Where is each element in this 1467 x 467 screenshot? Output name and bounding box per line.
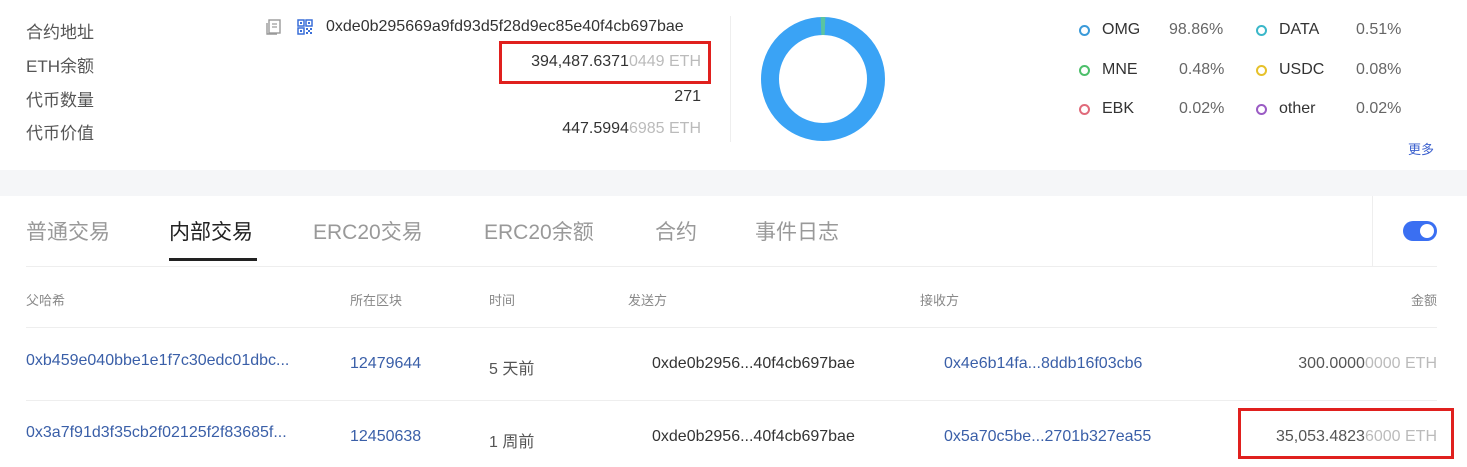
- legend-pct-ebk: 0.02%: [1179, 100, 1225, 117]
- amount-main: 300.0000: [1298, 355, 1365, 372]
- legend-item-data: DATA: [1256, 21, 1319, 39]
- legend-dot-icon: [1079, 24, 1090, 36]
- from-address: 0xde0b2956...40f4cb697bae: [652, 428, 855, 445]
- row-divider: [26, 327, 1437, 328]
- legend-dot-icon: [1256, 24, 1267, 36]
- eth-balance-label: ETH余额: [26, 57, 94, 76]
- tabs-bottom-line: [26, 266, 1437, 267]
- legend-dot-icon: [1079, 103, 1090, 115]
- tab-normal-transactions[interactable]: 普通交易: [26, 216, 110, 246]
- tab-erc20-balance[interactable]: ERC20余额: [484, 216, 594, 246]
- table-header-parent-hash: 父哈希: [26, 293, 66, 308]
- legend-item-omg: OMG: [1079, 21, 1140, 39]
- tab-erc20-transactions[interactable]: ERC20交易: [313, 216, 423, 246]
- token-value-label: 代币价值: [26, 124, 94, 143]
- amount-highlight: [1238, 408, 1454, 459]
- contract-address-label: 合约地址: [26, 23, 94, 42]
- donut-ring: [761, 17, 885, 141]
- token-count-label: 代币数量: [26, 91, 94, 110]
- legend-item-usdc: USDC: [1256, 61, 1324, 79]
- token-distribution-donut: [761, 17, 885, 141]
- legend-name: DATA: [1279, 21, 1320, 38]
- legend-item-ebk: EBK: [1079, 100, 1134, 118]
- legend-pct-data: 0.51%: [1356, 21, 1402, 38]
- toggle-knob: [1420, 224, 1434, 238]
- copy-icon[interactable]: [264, 18, 282, 36]
- parent-hash-link[interactable]: 0x3a7f91d3f35cb2f02125f2f83685f...: [26, 424, 287, 442]
- info-divider: [730, 16, 731, 142]
- block-link[interactable]: 12450638: [350, 428, 421, 446]
- legend-name: other: [1279, 100, 1316, 117]
- tabs-divider: [1372, 196, 1373, 266]
- legend-item-mne: MNE: [1079, 61, 1138, 79]
- section-band: [0, 170, 1467, 196]
- active-tab-underline: [169, 258, 257, 261]
- token-value-dim: 6985 ETH: [628, 120, 701, 137]
- address-actions: [264, 18, 314, 36]
- legend-dot-icon: [1256, 103, 1267, 115]
- legend-pct-usdc: 0.08%: [1356, 61, 1402, 78]
- legend-name: EBK: [1102, 100, 1135, 117]
- to-address-link[interactable]: 0x4e6b14fa...8ddb16f03cb6: [944, 355, 1142, 373]
- legend-pct-mne: 0.48%: [1179, 61, 1225, 78]
- legend-name: USDC: [1279, 61, 1325, 78]
- legend-name: MNE: [1102, 61, 1138, 78]
- amount-dim: 0000 ETH: [1364, 355, 1437, 372]
- row-divider: [26, 400, 1437, 401]
- legend-dot-icon: [1079, 64, 1090, 76]
- qrcode-icon[interactable]: [296, 18, 314, 36]
- token-value-main: 447.5994: [562, 120, 629, 137]
- legend-dot-icon: [1256, 64, 1267, 76]
- parent-hash-link[interactable]: 0xb459e040bbe1e1f7c30edc01dbc...: [26, 352, 289, 370]
- to-address-link[interactable]: 0x5a70c5be...2701b327ea55: [944, 428, 1151, 446]
- contract-address[interactable]: 0xde0b295669a9fd93d5f28d9ec85e40f4cb697b…: [326, 18, 684, 36]
- block-link[interactable]: 12479644: [350, 355, 421, 373]
- legend-name: OMG: [1102, 21, 1141, 38]
- table-header-to: 接收方: [920, 293, 960, 308]
- more-link[interactable]: 更多: [1408, 139, 1434, 158]
- tab-contract[interactable]: 合约: [655, 216, 697, 246]
- from-address: 0xde0b2956...40f4cb697bae: [652, 355, 855, 372]
- eth-balance-highlight: [499, 41, 711, 84]
- time-text: 1 周前: [489, 434, 535, 451]
- time-text: 5 天前: [489, 361, 535, 378]
- token-count-value: 271: [674, 88, 701, 105]
- legend-pct-omg: 98.86%: [1169, 21, 1224, 38]
- table-header-from: 发送方: [628, 293, 668, 308]
- toggle-switch[interactable]: [1403, 221, 1437, 241]
- legend-pct-other: 0.02%: [1356, 100, 1402, 117]
- table-header-time: 时间: [489, 293, 516, 308]
- legend-item-other: other: [1256, 100, 1315, 118]
- tab-internal-transactions[interactable]: 内部交易: [169, 216, 253, 246]
- token-value-value: 447.59946985 ETH: [562, 120, 701, 138]
- table-header-amount: 金额: [1410, 293, 1437, 308]
- tab-event-logs[interactable]: 事件日志: [755, 216, 839, 246]
- table-header-block: 所在区块: [350, 293, 403, 308]
- amount-value: 300.00000000 ETH: [1298, 355, 1437, 373]
